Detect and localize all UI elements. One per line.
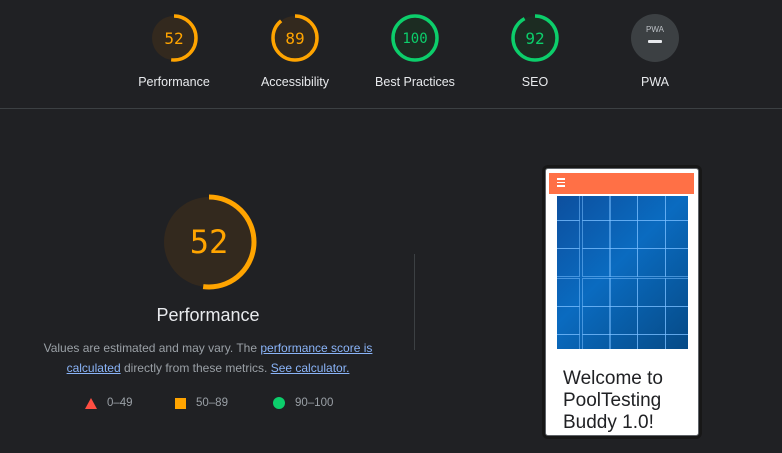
page-heading: Welcome to PoolTesting Buddy 1.0! xyxy=(563,368,663,433)
gauge-performance-score: 52 xyxy=(164,29,183,48)
pool-tile xyxy=(582,220,611,249)
pool-tile xyxy=(557,196,580,221)
see-calculator-link[interactable]: See calculator. xyxy=(271,361,350,375)
hamburger-menu-icon xyxy=(557,178,565,187)
average-square-icon xyxy=(175,397,186,409)
performance-gauge-ring: 52 xyxy=(161,194,257,290)
legend-fail-range: 0–49 xyxy=(107,397,133,409)
pwa-dash-icon xyxy=(648,40,662,43)
pool-tile xyxy=(557,278,580,307)
pool-tile xyxy=(637,196,666,221)
summary-gauge-seo[interactable]: 92 SEO xyxy=(480,13,590,89)
scores-summary-header: 52 Performance 89 Accessibility 100 Best… xyxy=(0,0,782,109)
pool-tile xyxy=(665,196,688,221)
gauge-best-practices-ring: 100 xyxy=(391,14,439,62)
pool-tile xyxy=(557,248,580,277)
pool-tile xyxy=(665,334,688,349)
description-text: Values are estimated and may vary. The xyxy=(43,341,261,355)
gauge-accessibility-label: Accessibility xyxy=(260,75,330,89)
pwa-badge-icon: PWA xyxy=(631,14,679,62)
gauge-seo-ring: 92 xyxy=(511,14,559,62)
pool-tile xyxy=(665,220,688,249)
gauge-performance-label: Performance xyxy=(138,75,210,89)
performance-gauge: 52 xyxy=(159,192,259,297)
pool-tiles-image xyxy=(557,196,688,349)
performance-score: 52 xyxy=(190,223,229,261)
gauge-seo-label: SEO xyxy=(521,75,549,89)
pool-tile xyxy=(665,278,688,307)
pool-tile xyxy=(665,248,688,277)
gauge-best-practices-score: 100 xyxy=(402,31,427,47)
pool-tile xyxy=(609,306,638,335)
gauge-performance-ring: 52 xyxy=(150,14,198,62)
legend-average: 50–89 xyxy=(175,397,228,409)
gauge-seo-score: 92 xyxy=(525,29,544,48)
app-header-bar xyxy=(549,173,694,194)
legend-fail: 0–49 xyxy=(85,397,133,409)
pool-tile xyxy=(637,220,666,249)
summary-gauge-pwa[interactable]: PWA PWA xyxy=(600,13,710,89)
pool-tile xyxy=(582,306,611,335)
pool-tile xyxy=(557,220,580,249)
pool-tile xyxy=(665,306,688,335)
pool-tile xyxy=(637,278,666,307)
pool-tile xyxy=(609,278,638,307)
pool-tile xyxy=(609,220,638,249)
pool-tile xyxy=(609,334,638,349)
pool-tile xyxy=(557,306,580,335)
description-text-middle: directly from these metrics. xyxy=(120,361,271,375)
performance-description: Values are estimated and may vary. The p… xyxy=(30,338,386,378)
final-screenshot-thumbnail[interactable]: Welcome to PoolTesting Buddy 1.0! xyxy=(545,168,699,436)
fail-triangle-icon xyxy=(85,397,97,409)
pool-tile xyxy=(609,248,638,277)
performance-title: Performance xyxy=(156,305,260,325)
legend-average-range: 50–89 xyxy=(196,397,228,409)
pool-tile xyxy=(582,278,611,307)
pool-tile xyxy=(582,334,611,349)
gauge-accessibility-ring: 89 xyxy=(271,14,319,62)
pool-tile xyxy=(609,196,638,221)
legend-pass: 90–100 xyxy=(273,397,333,409)
pass-circle-icon xyxy=(273,397,285,409)
pool-tile xyxy=(582,248,611,277)
pool-tile xyxy=(637,306,666,335)
gauge-best-practices-label: Best Practices xyxy=(375,75,455,89)
pool-tile xyxy=(637,334,666,349)
pool-tile xyxy=(637,248,666,277)
performance-category-section: 52 Performance Values are estimated and … xyxy=(0,109,782,453)
pwa-badge-text: PWA xyxy=(646,25,665,34)
summary-gauge-accessibility[interactable]: 89 Accessibility xyxy=(240,13,350,89)
gauge-pwa-label: PWA xyxy=(640,75,669,89)
legend-pass-range: 90–100 xyxy=(295,397,334,409)
pool-tile xyxy=(557,334,580,349)
pool-tile xyxy=(582,196,611,221)
summary-gauge-performance[interactable]: 52 Performance xyxy=(119,13,229,89)
gauge-accessibility-score: 89 xyxy=(285,29,304,48)
section-divider xyxy=(414,254,415,350)
summary-gauge-best-practices[interactable]: 100 Best Practices xyxy=(360,13,470,89)
